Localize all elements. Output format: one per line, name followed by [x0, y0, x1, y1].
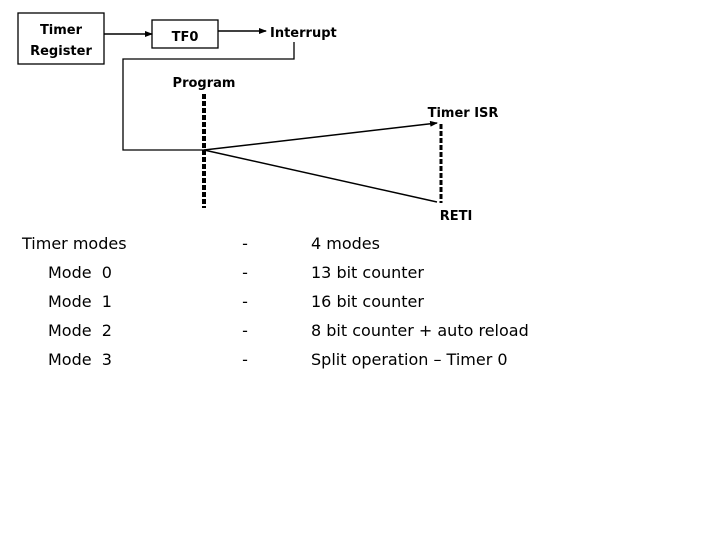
mode-word: Mode [48, 292, 92, 311]
mode-0-label: Mode 0 [22, 258, 202, 287]
timer-isr-label: Timer ISR [428, 106, 499, 121]
timer-register-label-line1: Timer [40, 23, 83, 38]
timer-register-label-line2: Register [30, 44, 92, 59]
timer-modes-count: 4 modes [311, 234, 380, 253]
timer-modes-labels: Timer modes Mode 0 Mode 1 Mode 2 Mode 3 [22, 229, 202, 374]
mode-number: 0 [101, 263, 112, 282]
tf0-box: TF0 [151, 19, 219, 49]
timer-modes-descriptions: 4 modes 13 bit counter 16 bit counter 8 … [311, 229, 671, 374]
mode-number: 3 [101, 350, 112, 369]
separator: - [242, 350, 248, 369]
mode-2-label: Mode 2 [22, 316, 202, 345]
timer-interrupt-diagram: Timer Register TF0 Interrupt Program Tim… [17, 12, 499, 220]
mode-2-description: 8 bit counter + auto reload [311, 321, 529, 340]
separator: - [242, 321, 248, 340]
separator: - [242, 234, 248, 253]
timer-register-box: Timer Register [17, 12, 105, 65]
mode-3-description: Split operation – Timer 0 [311, 350, 508, 369]
mode-number: 2 [101, 321, 112, 340]
mode-3-label: Mode 3 [22, 345, 202, 374]
mode-0-description: 13 bit counter [311, 263, 424, 282]
tf0-label: TF0 [172, 30, 199, 45]
mode-1-label: Mode 1 [22, 287, 202, 316]
mode-number: 1 [101, 292, 112, 311]
timer-modes-separators: - - - - - [235, 229, 255, 374]
interrupt-label: Interrupt [270, 26, 337, 41]
mode-word: Mode [48, 321, 92, 340]
reti-label: RETI [440, 209, 473, 220]
interrupt-path [122, 42, 295, 151]
mode-word: Mode [48, 263, 92, 282]
mode-word: Mode [48, 350, 92, 369]
separator: - [242, 263, 248, 282]
timer-modes-heading: Timer modes [22, 234, 127, 253]
separator: - [242, 292, 248, 311]
return-line-reti [203, 149, 438, 203]
program-label: Program [173, 76, 236, 91]
arrow-program-to-isr [203, 120, 438, 151]
mode-1-description: 16 bit counter [311, 292, 424, 311]
